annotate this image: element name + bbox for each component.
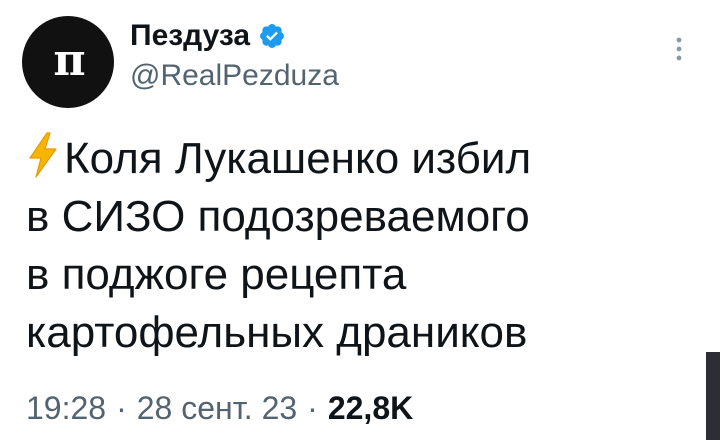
author-handle[interactable]: @RealPezduza [130, 58, 339, 94]
lightning-icon [29, 132, 57, 178]
display-name-label: Пездуза [130, 19, 251, 52]
more-vertical-icon[interactable] [673, 34, 685, 64]
meta-separator: · [116, 390, 127, 426]
tweet-meta: 19:28 · 28 сент. 23 · 22,8K [26, 388, 413, 428]
tweet-card: п Пездуза @RealPezduza Коля Лукашенко из… [0, 0, 720, 440]
display-name[interactable]: Пездуза [130, 18, 286, 54]
avatar-logo-text: п [53, 34, 85, 86]
tweet-date[interactable]: 28 сент. 23 [137, 390, 297, 426]
tweet-line-1: Коля Лукашенко избил [26, 130, 666, 188]
tweet-time[interactable]: 19:28 [26, 390, 106, 426]
tweet-text: Коля Лукашенко избил в СИЗО подозреваемо… [26, 130, 666, 362]
scrollbar[interactable] [706, 352, 720, 440]
tweet-line-4: картофельных драников [26, 308, 528, 357]
views-count[interactable]: 22,8K [328, 390, 413, 426]
verified-badge-icon [260, 24, 285, 48]
tweet-line-3: в поджоге рецепта [26, 250, 407, 299]
avatar[interactable]: п [22, 16, 114, 108]
tweet-line-2: в СИЗО подозреваемого [26, 192, 530, 241]
meta-separator: · [307, 390, 318, 426]
tweet-line-1-text: Коля Лукашенко избил [64, 134, 532, 183]
